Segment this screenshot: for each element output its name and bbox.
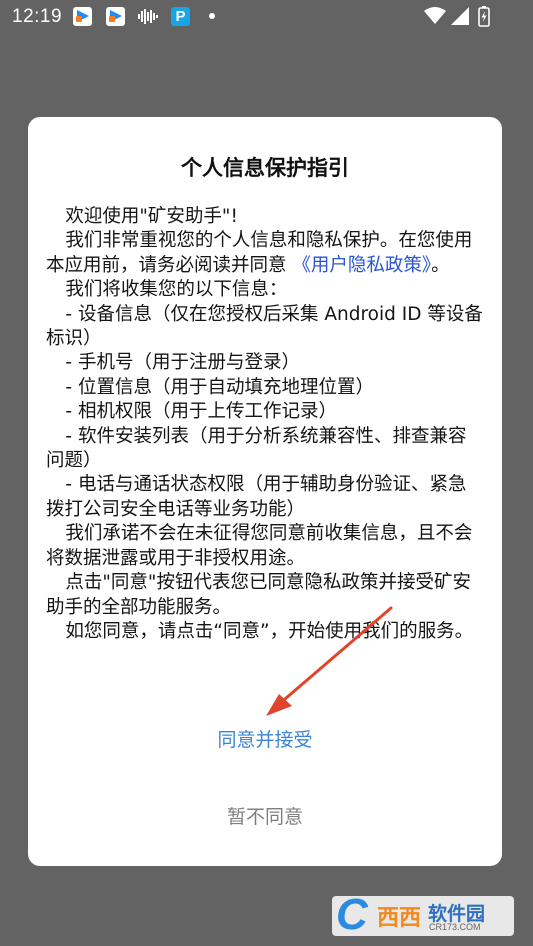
watermark-url: CR173.COM [429,922,481,932]
watermark-logo: C 西西 软件园 CR173.COM [332,890,514,939]
watermark-brand: 西西 [377,906,422,931]
watermark-c-icon: C [336,890,368,939]
red-arrow-icon [266,606,393,716]
